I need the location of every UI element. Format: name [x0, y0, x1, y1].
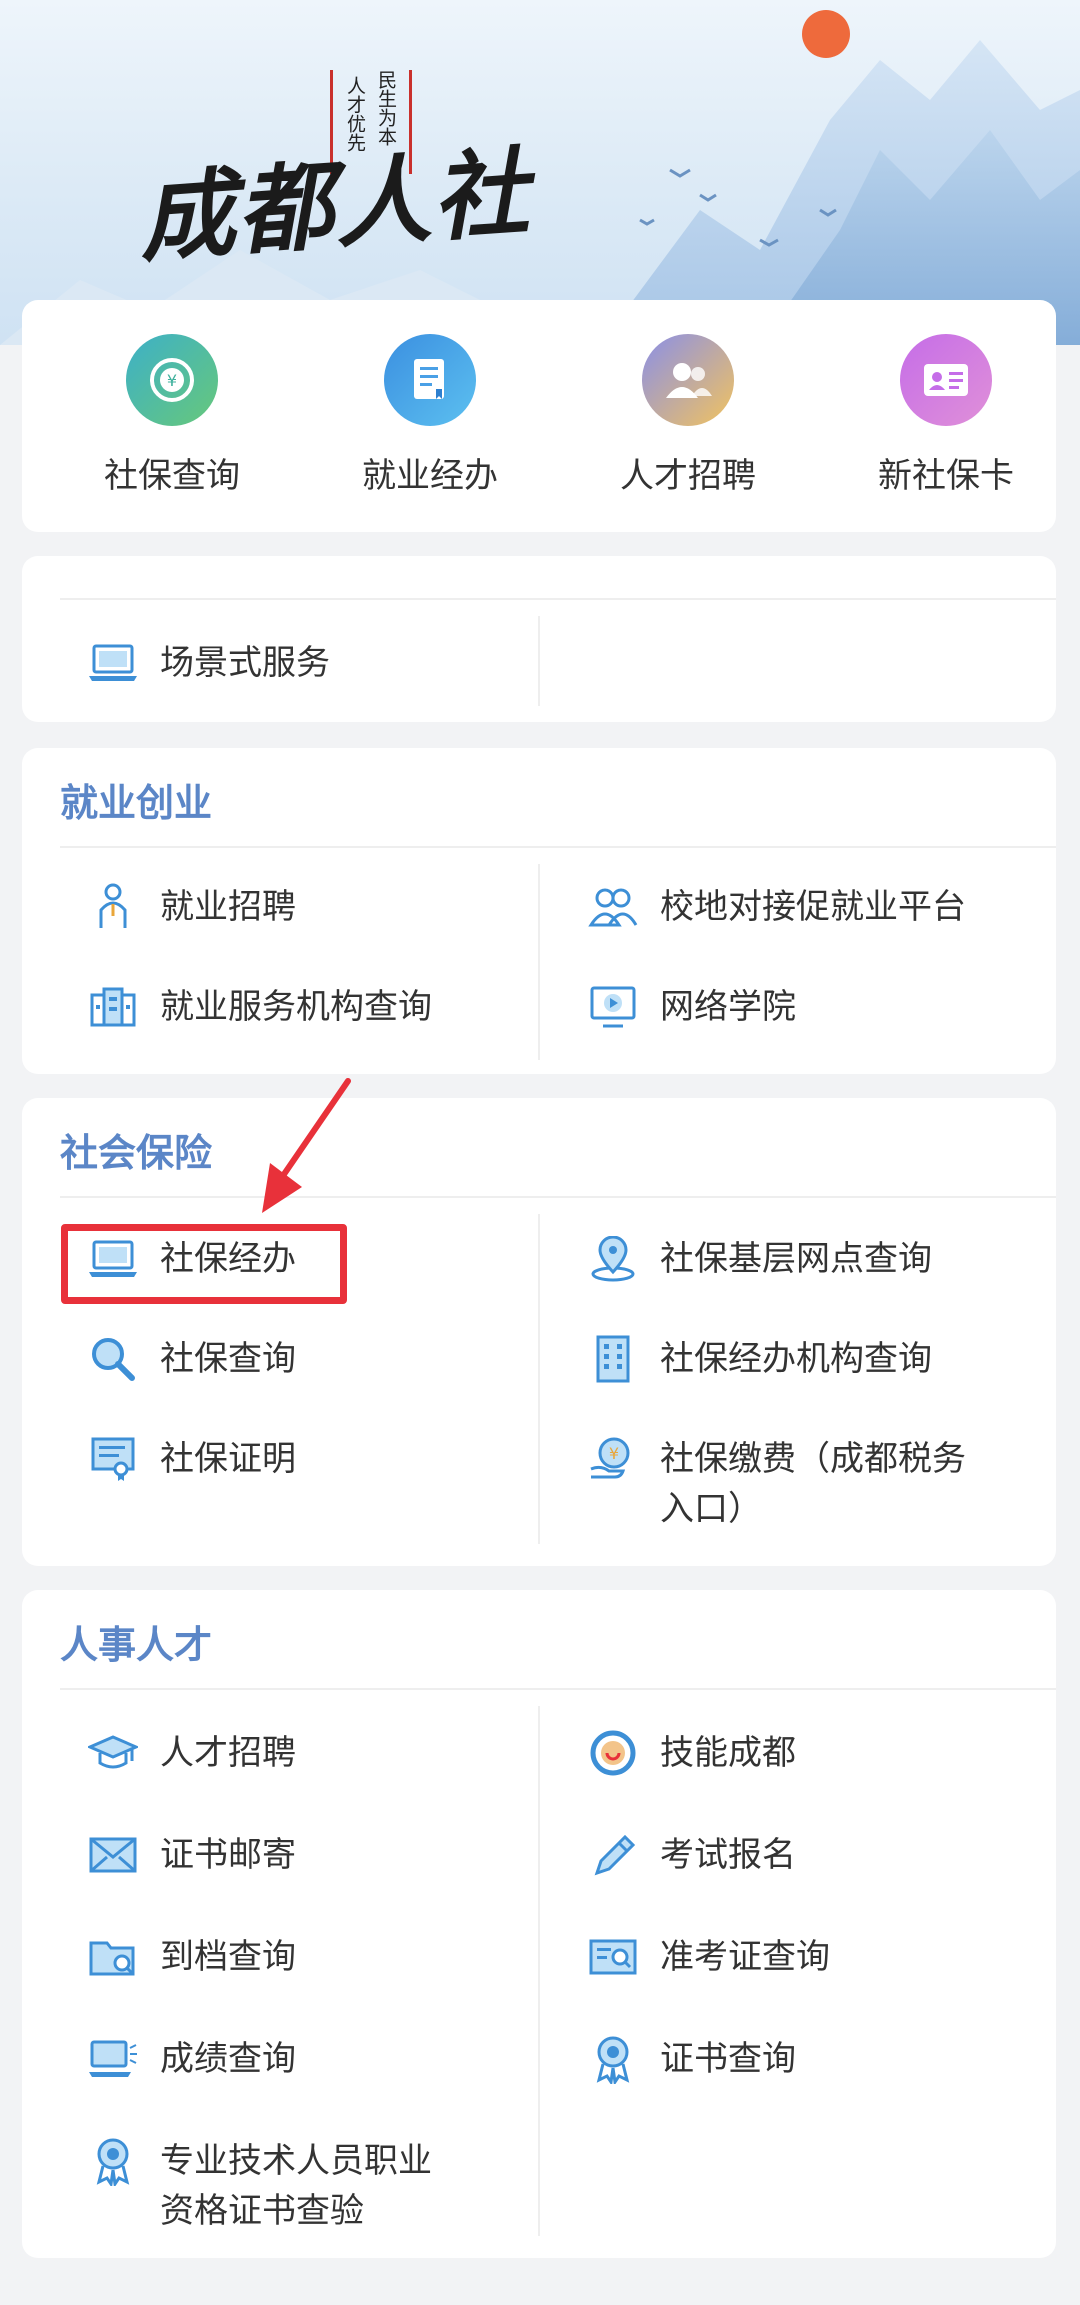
menu-item-online-academy[interactable]: 网络学院 — [588, 982, 796, 1032]
monitor-play-icon — [588, 982, 638, 1032]
menu-item-label: 社保证明 — [160, 1439, 296, 1479]
quick-nav-social-security-query[interactable]: ¥ 社保查询 — [72, 334, 272, 497]
graduation-cap-icon — [88, 1728, 138, 1778]
divider — [60, 846, 1056, 848]
menu-item-score-query[interactable]: 成绩查询 — [88, 2034, 296, 2084]
brand-logo-text: 成都人社 — [135, 135, 535, 276]
quick-nav-label: 人才招聘 — [620, 456, 756, 496]
divider — [60, 598, 1056, 600]
menu-item-label-line-2: 资格证书查验 — [160, 2191, 364, 2231]
quick-nav-label: 新社保卡 — [878, 456, 1014, 496]
menu-item-label: 证书邮寄 — [160, 1835, 296, 1875]
section-title: 人事人才 — [60, 1623, 213, 1667]
divider — [538, 864, 540, 1060]
svg-text:¥: ¥ — [167, 371, 177, 390]
employment-section-card: 就业创业 就业招聘 校地对接促就业平台 就业服务机构查询 网络学院 — [22, 748, 1056, 1074]
scene-service-card: 场景式服务 — [22, 556, 1056, 722]
divider — [60, 1196, 1056, 1198]
scene-service-label: 场景式服务 — [160, 643, 330, 683]
menu-item-certificate-query[interactable]: 证书查询 — [588, 2034, 796, 2084]
menu-item-grassroots-outlet-query[interactable]: 社保基层网点查询 — [588, 1234, 932, 1284]
menu-item-label: 网络学院 — [660, 987, 796, 1027]
document-icon — [384, 334, 476, 426]
menu-item-label: 专业技术人员职业 — [160, 2141, 432, 2181]
laptop-icon — [88, 638, 138, 688]
menu-item-professional-qualification-check[interactable]: 专业技术人员职业 资格证书查验 — [88, 2136, 432, 2236]
menu-item-label-multiline: 社保缴费（成都税务 入口） — [660, 1434, 966, 1534]
certificate-document-icon — [88, 1434, 138, 1484]
highlight-box — [61, 1224, 347, 1304]
menu-item-label: 人才招聘 — [160, 1733, 296, 1773]
search-icon — [88, 1334, 138, 1384]
menu-item-label: 就业服务机构查询 — [160, 987, 432, 1027]
menu-item-label: 技能成都 — [660, 1733, 796, 1773]
menu-item-campus-platform[interactable]: 校地对接促就业平台 — [588, 882, 966, 932]
quick-nav-talent-recruitment[interactable]: 人才招聘 — [588, 334, 788, 497]
menu-item-label: 校地对接促就业平台 — [660, 887, 966, 927]
menu-item-label: 社保基层网点查询 — [660, 1239, 932, 1279]
header-banner: 人才优先 民生为本 成都人社 — [0, 0, 1080, 345]
menu-item-label: 准考证查询 — [660, 1937, 830, 1977]
quick-nav-new-social-card[interactable]: 新社保卡 — [846, 334, 1046, 497]
scene-service-item[interactable]: 场景式服务 — [88, 638, 330, 688]
quick-nav-employment-service[interactable]: 就业经办 — [330, 334, 530, 497]
menu-item-label-multiline: 专业技术人员职业 资格证书查验 — [160, 2136, 432, 2236]
hand-coin-icon: ¥ — [588, 1434, 638, 1484]
menu-item-talent-recruitment[interactable]: 人才招聘 — [88, 1728, 296, 1778]
menu-item-certificate-mailing[interactable]: 证书邮寄 — [88, 1830, 296, 1880]
menu-item-exam-registration[interactable]: 考试报名 — [588, 1830, 796, 1880]
divider — [60, 1688, 1056, 1690]
menu-item-label: 到档查询 — [160, 1937, 296, 1977]
people-icon — [642, 334, 734, 426]
annotation-arrow — [262, 1078, 351, 1213]
section-title: 就业创业 — [60, 781, 213, 825]
menu-item-employment-agency-query[interactable]: 就业服务机构查询 — [88, 982, 432, 1032]
divider — [538, 1706, 540, 2236]
award-badge-icon — [88, 2136, 138, 2186]
quick-nav-label: 就业经办 — [362, 456, 498, 496]
laptop-speaker-icon — [88, 2034, 138, 2084]
skills-badge-icon — [588, 1728, 638, 1778]
menu-item-agency-query[interactable]: 社保经办机构查询 — [588, 1334, 932, 1384]
quick-nav-label: 社保查询 — [104, 456, 240, 496]
award-badge-icon — [588, 2034, 638, 2084]
menu-item-social-security-query[interactable]: 社保查询 — [88, 1334, 296, 1384]
office-building-icon — [588, 1334, 638, 1384]
person-icon — [88, 882, 138, 932]
envelope-icon — [88, 1830, 138, 1880]
menu-item-label: 考试报名 — [660, 1835, 796, 1875]
menu-item-label: 证书查询 — [660, 2039, 796, 2079]
menu-item-label: 就业招聘 — [160, 887, 296, 927]
talent-section-card: 人事人才 人才招聘 技能成都 证书邮寄 考试报名 到档查询 准考证查询 成绩查询… — [22, 1590, 1056, 2258]
group-icon — [588, 882, 638, 932]
menu-item-label: 成绩查询 — [160, 2039, 296, 2079]
menu-item-admission-ticket-query[interactable]: 准考证查询 — [588, 1932, 830, 1982]
yuan-coin-icon: ¥ — [126, 334, 218, 426]
menu-item-tax-payment-entry[interactable]: ¥ 社保缴费（成都税务 入口） — [588, 1434, 966, 1534]
id-card-icon — [900, 334, 992, 426]
quick-nav-card: ¥ 社保查询 就业经办 人才招聘 新社保卡 — [22, 300, 1056, 532]
menu-item-job-recruitment[interactable]: 就业招聘 — [88, 882, 296, 932]
pen-icon — [588, 1830, 638, 1880]
folder-search-icon — [88, 1932, 138, 1982]
menu-item-label-line-2: 入口） — [660, 1489, 762, 1529]
divider — [538, 616, 540, 706]
menu-item-file-arrival-query[interactable]: 到档查询 — [88, 1932, 296, 1982]
social-insurance-section-card: 社会保险 社保经办 社保基层网点查询 社保查询 社保经办机构查询 社保证明 ¥ — [22, 1098, 1056, 1566]
menu-item-label: 社保经办机构查询 — [660, 1339, 932, 1379]
menu-item-label: 社保查询 — [160, 1339, 296, 1379]
menu-item-social-security-certificate[interactable]: 社保证明 — [88, 1434, 296, 1484]
svg-text:¥: ¥ — [609, 1444, 619, 1463]
menu-item-skills-chengdu[interactable]: 技能成都 — [588, 1728, 796, 1778]
ticket-search-icon — [588, 1932, 638, 1982]
section-title: 社会保险 — [60, 1131, 213, 1175]
building-icon — [88, 982, 138, 1032]
divider — [538, 1214, 540, 1544]
menu-item-label: 社保缴费（成都税务 — [660, 1439, 966, 1479]
location-pin-icon — [588, 1234, 638, 1284]
